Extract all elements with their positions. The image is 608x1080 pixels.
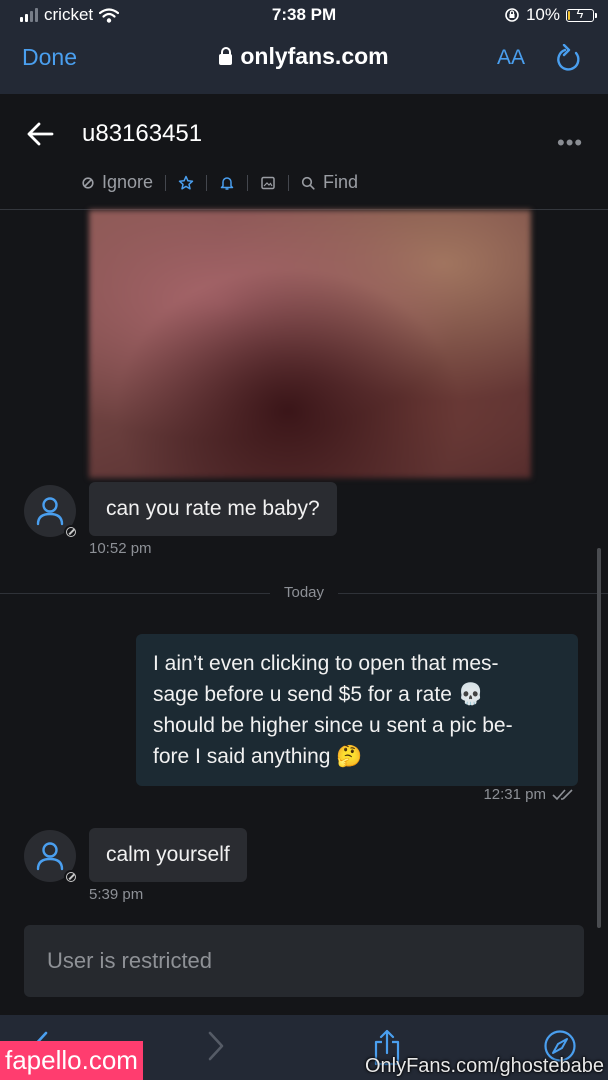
double-check-icon: [552, 788, 573, 800]
incoming-message[interactable]: can you rate me baby?: [89, 482, 337, 536]
star-icon[interactable]: [178, 175, 194, 191]
watermark-onlyfans: OnlyFans.com/ghostebabe: [364, 1055, 604, 1077]
blurred-image-message[interactable]: [89, 210, 531, 478]
restricted-badge-icon: [64, 525, 78, 539]
user-icon: [36, 497, 64, 526]
message-line: sage before u send $5 for a rate 💀: [153, 683, 484, 706]
battery-percent: 10%: [525, 5, 560, 24]
block-icon: [82, 176, 94, 189]
chat-username[interactable]: u83163451: [82, 120, 202, 148]
ignore-button[interactable]: Ignore: [82, 172, 153, 193]
message-timestamp-row: 12:31 pm: [483, 786, 578, 803]
message-timestamp: 5:39 pm: [89, 886, 144, 903]
back-arrow-icon[interactable]: [26, 122, 54, 146]
chat-header: u83163451 ••• Ignore Find: [0, 94, 608, 210]
orientation-lock-icon: [505, 8, 519, 22]
message-timestamp: 12:31 pm: [483, 786, 546, 803]
find-button[interactable]: Find: [301, 172, 358, 193]
media-icon[interactable]: [260, 175, 276, 191]
watermark-fapello: fapello.com: [0, 1041, 143, 1080]
message-line: should be higher since u sent a pic be-: [153, 714, 513, 737]
url-text: onlyfans.com: [240, 43, 389, 69]
forward-nav-icon[interactable]: [206, 1029, 226, 1063]
action-separator: [165, 174, 167, 191]
incoming-message[interactable]: calm yourself: [89, 828, 247, 882]
status-bar: cricket 7:38 PM 10% ϟ: [0, 0, 608, 30]
browser-bar: Done onlyfans.com AA: [0, 30, 608, 95]
action-separator: [288, 174, 290, 191]
action-separator: [247, 174, 249, 191]
restricted-badge-icon: [64, 870, 78, 884]
scrollbar[interactable]: [597, 548, 601, 928]
date-divider: Today: [0, 584, 608, 602]
user-icon: [36, 842, 64, 871]
avatar[interactable]: [24, 485, 78, 539]
ignore-label: Ignore: [102, 172, 154, 192]
bell-icon[interactable]: [219, 175, 235, 191]
chat-actions: Ignore Find: [82, 172, 358, 193]
message-timestamp: 10:52 pm: [89, 540, 152, 557]
message-list[interactable]: can you rate me baby? 10:52 pm Today I a…: [0, 210, 608, 1015]
search-icon: [301, 176, 315, 190]
text-size-button[interactable]: AA: [497, 46, 525, 70]
date-divider-label: Today: [269, 584, 339, 601]
avatar[interactable]: [24, 830, 78, 884]
reload-icon[interactable]: [555, 44, 583, 74]
outgoing-message[interactable]: I ain’t even clicking to open that mes- …: [136, 634, 578, 786]
lock-icon: [219, 47, 233, 65]
restricted-notice: User is restricted: [24, 925, 584, 997]
action-separator: [206, 174, 208, 191]
more-options-icon[interactable]: •••: [557, 130, 583, 156]
message-line: fore I said anything 🤔: [153, 745, 363, 768]
find-label: Find: [323, 172, 359, 192]
message-line: I ain’t even clicking to open that mes-: [153, 652, 499, 675]
battery-icon: ϟ: [566, 6, 597, 22]
